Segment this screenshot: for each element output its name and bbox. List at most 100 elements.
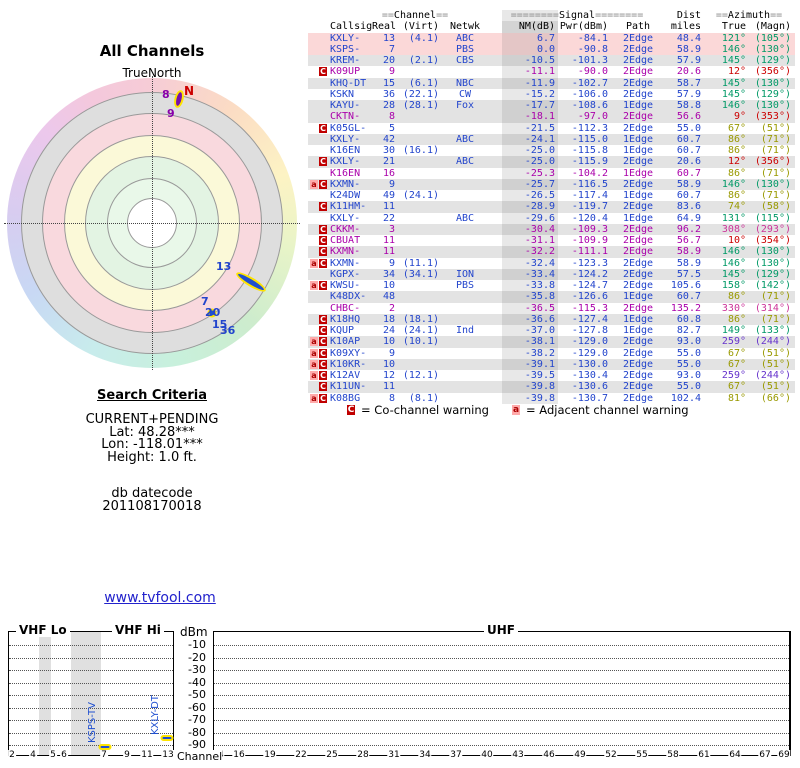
cell-az_magn: (51°)	[760, 347, 791, 359]
eq-decoration: ========	[595, 10, 644, 21]
col-miles: miles	[670, 21, 701, 33]
channel-tick-label: 16	[232, 750, 246, 761]
dbm-tick-label: -70	[188, 713, 206, 726]
channel-tick-label: 9	[123, 750, 131, 761]
cell-callsign: KSPS-TV	[330, 43, 361, 55]
cell-dist: 105.6	[670, 280, 701, 291]
cell-path: 2Edge	[622, 280, 654, 291]
cell-real: 16	[382, 167, 395, 179]
cell-dist: 57.9	[676, 88, 701, 100]
cell-nm: -33.4	[490, 268, 558, 280]
signal-marker-icon	[98, 744, 112, 750]
cell-pwr: -127.8	[571, 325, 608, 336]
cell-az_magn: (129°)	[754, 55, 791, 66]
co-channel-warning-icon: C	[319, 224, 327, 234]
warn-flags: C	[308, 66, 328, 77]
cell-netwk	[440, 336, 490, 347]
cell-az_magn: (142°)	[754, 280, 791, 291]
table-row: aCKXMN-LD 9 -25.7 -116.5 2Edge 58.9 146° (130°)	[308, 178, 795, 190]
dbm-gridline	[214, 682, 789, 684]
warn-flags: C	[308, 314, 328, 325]
cell-pwr: -90.8	[577, 43, 608, 55]
cell-nm: -11.9	[490, 77, 558, 89]
cell-real: 36	[382, 88, 395, 100]
dist-group-header: Dist	[676, 10, 701, 21]
dbm-tick-label: -10	[188, 638, 206, 651]
cell-az_magn: (115°)	[754, 212, 791, 224]
uhf-panel	[213, 631, 791, 756]
warn-flags: aC	[308, 348, 328, 359]
cell-path: 2Edge	[622, 77, 654, 89]
cell-virt	[396, 213, 440, 224]
table-row: KXLY-DT 13 (4.1) ABC 6.7 -84.1 2Edge 48.4 121° (1…	[308, 32, 795, 44]
warn-flags	[308, 44, 328, 55]
cell-az_magn: (356°)	[754, 156, 791, 168]
cell-pwr: -109.3	[571, 223, 608, 235]
cell-az_true: 330°	[721, 302, 746, 314]
channel-tick-label: 43	[511, 750, 525, 761]
azimuth-group-word: Azimuth	[727, 10, 771, 21]
warning-legend: C = Co-channel warning a = Adjacent chan…	[308, 403, 795, 418]
cell-pwr: -115.8	[571, 145, 608, 156]
adjacent-warning-icon: a	[310, 337, 318, 347]
cell-path: 1Edge	[622, 313, 654, 325]
cell-callsign: CHBC-TV	[330, 302, 361, 314]
cell-netwk: ABC	[455, 212, 475, 224]
channel-tick-label: 31	[387, 750, 401, 761]
cell-az_true: 12°	[727, 66, 746, 78]
co-channel-warning-icon: C	[319, 202, 327, 212]
cell-callsign: KGPX-TV	[330, 268, 361, 280]
cell-nm: -25.0	[490, 145, 558, 157]
dbm-gridline	[9, 670, 173, 671]
cell-az_true: 259°	[721, 370, 746, 381]
cell-real: 18	[382, 313, 395, 325]
table-column-header: Callsign Real (Virt) Netwk NM(dB) Pwr(dB…	[308, 21, 795, 33]
co-channel-warning-icon: C	[319, 359, 327, 369]
channel-tick-label: 49	[573, 750, 587, 761]
co-channel-legend-text: = Co-channel warning	[361, 403, 489, 417]
adjacent-warning-icon: a	[310, 179, 318, 189]
cell-nm: 0.0	[490, 43, 558, 55]
dbm-gridline	[9, 645, 173, 646]
table-row: aCKXMN-LP 9 (11.1) -32.4 -123.3 2Edge 58.9 146°…	[308, 257, 795, 269]
cell-real: 49	[382, 190, 395, 201]
table-row: CK11UN-D 11 -39.8 -130.6 2Edge 55.0 67° (51°)	[308, 381, 795, 393]
warn-flags	[308, 33, 328, 44]
cell-netwk: PBS	[455, 43, 475, 55]
search-line: Height: 1.0 ft.	[107, 449, 197, 465]
table-row: KSKN 36 (22.1) CW -15.2 -106.0 2Edge 57.9 145° (1…	[308, 88, 795, 100]
cell-netwk	[440, 291, 490, 302]
cell-az_magn: (293°)	[754, 223, 791, 235]
warn-flags: aC	[308, 179, 328, 190]
cell-virt	[396, 179, 440, 190]
cell-virt: (6.1)	[408, 77, 439, 89]
cell-netwk: ABC	[455, 156, 475, 168]
table-row: K16EN 16 -25.3 -104.2 1Edge 60.7 86° (71°)	[308, 167, 795, 179]
cell-az_true: 145°	[721, 77, 746, 89]
cell-az_true: 86°	[727, 167, 746, 179]
cell-dist: 58.9	[676, 43, 701, 55]
channel-tick-label: 5	[49, 750, 57, 761]
cell-az_true: 145°	[721, 268, 746, 280]
cell-az_true: 67°	[727, 122, 746, 134]
cell-path: 2Edge	[622, 336, 654, 348]
cell-virt	[396, 156, 440, 167]
cell-netwk	[440, 348, 490, 359]
cell-pwr: -111.1	[571, 246, 608, 258]
vhf-lo-band-label: VHF Lo	[16, 624, 70, 637]
cell-az_true: 10°	[727, 235, 746, 246]
cell-az_magn: (105°)	[754, 32, 791, 44]
cell-pwr: -102.7	[571, 77, 608, 89]
cell-az_true: 146°	[721, 43, 746, 55]
tvfool-link[interactable]: www.tvfool.com	[104, 590, 216, 606]
cell-path: 1Edge	[622, 325, 654, 336]
adjacent-warning-icon: a	[310, 393, 318, 403]
warn-flags	[308, 134, 328, 145]
cell-nm: -30.4	[490, 223, 558, 235]
warn-flags: C	[308, 156, 328, 167]
dbm-tick-label: -20	[188, 650, 206, 664]
cell-pwr: -124.2	[571, 268, 608, 280]
table-row: KGPX-TV 34 (34.1) ION -33.4 -124.2 2Edge 57.5 14…	[308, 268, 795, 280]
cell-pwr: -104.2	[571, 167, 608, 179]
